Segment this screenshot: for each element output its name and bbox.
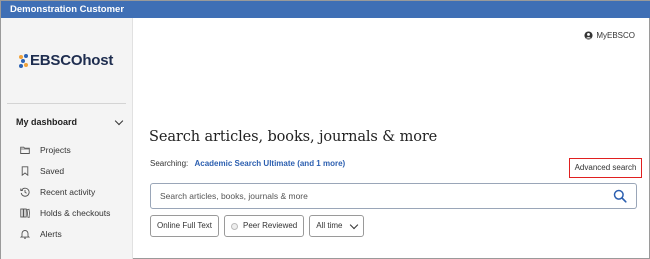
search-filters: Online Full Text Peer Reviewed All time [150, 215, 365, 237]
searching-databases: Searching: Academic Search Ultimate (and… [150, 159, 345, 168]
online-full-text-filter[interactable]: Online Full Text [150, 215, 219, 237]
page-title: Search articles, books, journals & more [149, 129, 438, 145]
myebsco-account-button[interactable]: MyEBSCO [584, 31, 635, 40]
sidebar-divider [7, 103, 126, 104]
sidebar-item-label: Saved [40, 166, 65, 176]
history-icon [20, 187, 30, 197]
filter-label: Online Full Text [157, 221, 212, 230]
sidebar-item-saved[interactable]: Saved [20, 166, 64, 176]
advanced-search-button[interactable]: Advanced search [569, 158, 642, 178]
ebsco-logo-icon [19, 53, 29, 68]
date-range-dropdown[interactable]: All time [309, 215, 365, 237]
search-icon[interactable] [613, 189, 627, 203]
bell-icon [20, 229, 30, 239]
filter-label: All time [316, 221, 343, 230]
bookmark-icon [20, 166, 30, 176]
database-selector-link[interactable]: Academic Search Ultimate (and 1 more) [194, 159, 345, 168]
sidebar-item-label: Holds & checkouts [40, 208, 111, 218]
sidebar-item-label: Projects [40, 145, 71, 155]
myebsco-label: MyEBSCO [596, 31, 635, 40]
app-window: Demonstration Customer EBSCOhost My dash… [0, 0, 650, 259]
sidebar-item-holds-checkouts[interactable]: Holds & checkouts [20, 208, 110, 218]
customer-banner: Demonstration Customer [1, 1, 650, 18]
books-icon [20, 208, 30, 218]
chevron-down-icon [114, 116, 124, 125]
chevron-down-icon [350, 220, 359, 229]
sidebar-item-recent-activity[interactable]: Recent activity [20, 187, 95, 197]
toggle-dot-icon [231, 222, 238, 230]
user-account-icon [584, 31, 593, 40]
dashboard-toggle[interactable]: My dashboard [16, 116, 126, 127]
peer-reviewed-filter[interactable]: Peer Reviewed [224, 215, 305, 237]
sidebar-item-alerts[interactable]: Alerts [20, 229, 62, 239]
search-input[interactable] [151, 184, 591, 208]
folder-icon [20, 145, 30, 155]
filter-label: Peer Reviewed [243, 221, 298, 230]
searching-label: Searching: [150, 159, 189, 168]
ebscohost-logo[interactable]: EBSCOhost [19, 52, 113, 69]
search-bar [150, 183, 637, 209]
sidebar-item-label: Recent activity [40, 187, 96, 197]
logo-text: EBSCOhost [30, 52, 114, 69]
sidebar-item-label: Alerts [40, 229, 62, 239]
sidebar: EBSCOhost My dashboard Projects Saved Re… [1, 18, 133, 259]
customer-name: Demonstration Customer [10, 4, 125, 15]
dashboard-title: My dashboard [16, 117, 78, 127]
sidebar-item-projects[interactable]: Projects [20, 145, 71, 155]
